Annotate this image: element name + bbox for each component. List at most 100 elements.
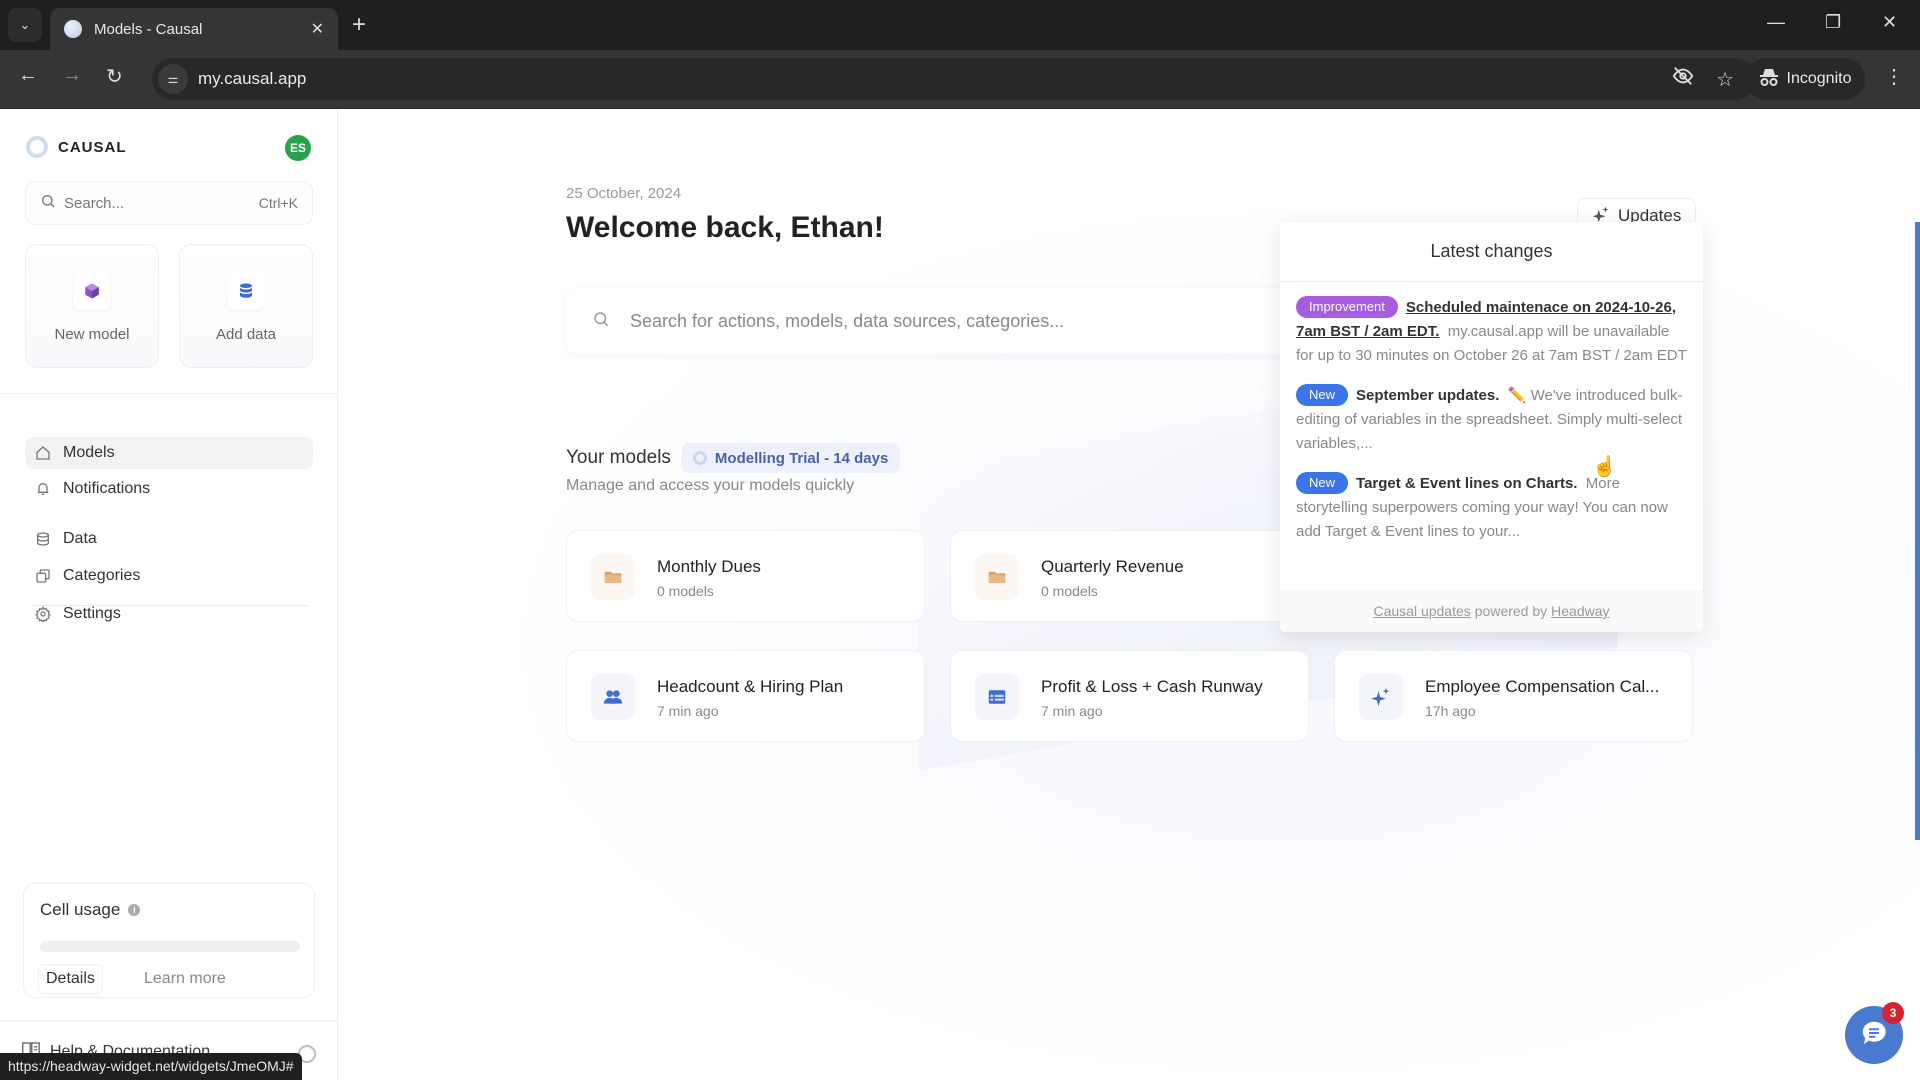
- pointer-cursor-icon: ☝: [1592, 456, 1617, 478]
- trial-badge[interactable]: Modelling Trial - 14 days: [680, 443, 901, 473]
- search-placeholder: Search for actions, models, data sources…: [630, 310, 1065, 331]
- sidebar: CAUSAL ES Search... Ctrl+K New model Add…: [0, 109, 338, 1080]
- sidebar-item-settings[interactable]: Settings: [25, 598, 313, 630]
- site-info-icon[interactable]: ⚌: [158, 64, 188, 94]
- learn-more-link[interactable]: Learn more: [144, 970, 226, 988]
- sidebar-item-label: Data: [63, 530, 97, 547]
- cell-usage-card: Cell usage i Details Learn more: [23, 883, 315, 998]
- browser-tab-bar: ⌄ Models - Causal ✕ + — ❐ ✕: [0, 0, 1920, 50]
- cell-usage-label: Cell usage: [40, 900, 121, 919]
- models-title: Your models: [566, 447, 671, 468]
- home-icon: [35, 445, 53, 461]
- scrollbar[interactable]: [1915, 222, 1920, 840]
- close-tab-icon[interactable]: ✕: [311, 19, 324, 39]
- card-subtitle: 0 models: [1041, 583, 1098, 599]
- favicon-icon: [64, 20, 82, 38]
- update-entry[interactable]: New September updates. ✏️ We've introduce…: [1296, 384, 1687, 456]
- incognito-indicator[interactable]: Incognito: [1745, 58, 1865, 100]
- folder-icon: [975, 554, 1019, 600]
- model-card-headcount[interactable]: Headcount & Hiring Plan 7 min ago: [566, 650, 925, 742]
- cube-icon: [73, 272, 111, 310]
- sidebar-item-data[interactable]: Data: [25, 523, 313, 555]
- new-model-button[interactable]: New model: [25, 244, 159, 368]
- model-card-quarterly-revenue[interactable]: Quarterly Revenue 0 models: [950, 530, 1309, 622]
- reload-icon[interactable]: ↻: [106, 64, 123, 89]
- sidebar-search-input[interactable]: Search... Ctrl+K: [25, 181, 313, 225]
- entry-title: Target & Event lines on Charts.: [1356, 475, 1578, 492]
- causal-updates-link[interactable]: Causal updates: [1373, 603, 1470, 619]
- models-header: Your models Modelling Trial - 14 days: [566, 443, 901, 473]
- trial-label: Modelling Trial - 14 days: [714, 449, 889, 467]
- sparkle-icon: [1359, 674, 1403, 720]
- search-shortcut: Ctrl+K: [258, 195, 298, 211]
- chevron-down-icon: ⌄: [19, 17, 31, 32]
- copy-icon: [35, 568, 53, 584]
- model-card-monthly-dues[interactable]: Monthly Dues 0 models: [566, 530, 925, 622]
- models-subtitle: Manage and access your models quickly: [566, 477, 855, 494]
- sidebar-item-label: Categories: [63, 567, 141, 584]
- avatar[interactable]: ES: [285, 135, 311, 161]
- sidebar-item-label: Settings: [63, 605, 121, 622]
- forward-icon[interactable]: →: [62, 64, 82, 87]
- minimize-icon[interactable]: —: [1767, 12, 1785, 33]
- table-icon: [975, 674, 1019, 720]
- details-button[interactable]: Details: [38, 964, 103, 994]
- category-badge: New: [1296, 472, 1349, 494]
- browser-toolbar: ← → ↻ ⚌ my.causal.app ☆ Incognito ⋮: [0, 50, 1920, 109]
- folder-icon: [591, 554, 635, 600]
- browser-menu-icon[interactable]: ⋮: [1884, 64, 1904, 89]
- footer-text: powered by: [1474, 603, 1548, 619]
- sidebar-divider: [0, 393, 337, 394]
- new-tab-button[interactable]: +: [352, 10, 366, 40]
- card-title: Employee Compensation Cal...: [1425, 677, 1660, 696]
- causal-logo-icon: [26, 136, 48, 158]
- update-entry[interactable]: Improvement Scheduled maintenace on 2024-…: [1296, 296, 1687, 368]
- updates-list: Improvement Scheduled maintenace on 2024-…: [1280, 282, 1703, 544]
- card-title: Profit & Loss + Cash Runway: [1041, 677, 1263, 696]
- brand[interactable]: CAUSAL: [26, 136, 127, 158]
- address-bar[interactable]: ⚌ my.causal.app ☆: [152, 58, 1756, 100]
- tab-title: Models - Causal: [94, 20, 203, 38]
- update-entry[interactable]: New Target & Event lines on Charts. More …: [1296, 472, 1687, 544]
- search-icon: [40, 193, 56, 214]
- eye-off-icon[interactable]: [1672, 65, 1694, 93]
- headway-link[interactable]: Headway: [1551, 603, 1609, 619]
- bell-icon: [35, 481, 53, 497]
- model-card-employee-compensation[interactable]: Employee Compensation Cal... 17h ago: [1334, 650, 1693, 742]
- sidebar-item-notifications[interactable]: Notifications: [25, 473, 313, 505]
- status-bar-url: https://headway-widget.net/widgets/JmeOM…: [0, 1053, 302, 1080]
- close-window-icon[interactable]: ✕: [1882, 12, 1897, 33]
- browser-tab[interactable]: Models - Causal ✕: [50, 8, 338, 50]
- back-icon[interactable]: ←: [18, 64, 38, 87]
- add-data-button[interactable]: Add data: [179, 244, 313, 368]
- database-icon: [227, 272, 265, 310]
- star-icon[interactable]: ☆: [1716, 67, 1734, 92]
- card-title: Monthly Dues: [657, 557, 761, 576]
- entry-title: September updates.: [1356, 387, 1500, 404]
- card-subtitle: 7 min ago: [1041, 703, 1103, 719]
- info-icon[interactable]: i: [128, 904, 141, 916]
- model-card-profit-loss[interactable]: Profit & Loss + Cash Runway 7 min ago: [950, 650, 1309, 742]
- current-date: 25 October, 2024: [566, 185, 682, 202]
- sidebar-item-categories[interactable]: Categories: [25, 560, 313, 592]
- category-badge: Improvement: [1296, 296, 1398, 318]
- page-title: Welcome back, Ethan!: [566, 211, 884, 244]
- url-text[interactable]: my.causal.app: [198, 69, 1672, 89]
- restore-icon[interactable]: ❐: [1825, 12, 1841, 33]
- search-placeholder: Search...: [64, 194, 125, 212]
- tab-search-button[interactable]: ⌄: [8, 8, 42, 42]
- card-title: Headcount & Hiring Plan: [657, 677, 844, 696]
- updates-popup: Latest changes Improvement Scheduled main…: [1280, 222, 1703, 632]
- sidebar-item-models[interactable]: Models: [25, 437, 313, 469]
- incognito-icon: [1759, 68, 1779, 91]
- sidebar-item-label: Notifications: [63, 480, 151, 497]
- chat-icon: [1859, 1018, 1889, 1053]
- progress-ring-icon: [692, 451, 707, 465]
- incognito-label: Incognito: [1786, 70, 1852, 87]
- card-subtitle: 7 min ago: [657, 703, 719, 719]
- cell-usage-title: Cell usage i: [40, 900, 141, 920]
- new-model-label: New model: [54, 326, 130, 343]
- card-subtitle: 17h ago: [1425, 703, 1476, 719]
- category-badge: New: [1296, 384, 1349, 406]
- card-subtitle: 0 models: [657, 583, 714, 599]
